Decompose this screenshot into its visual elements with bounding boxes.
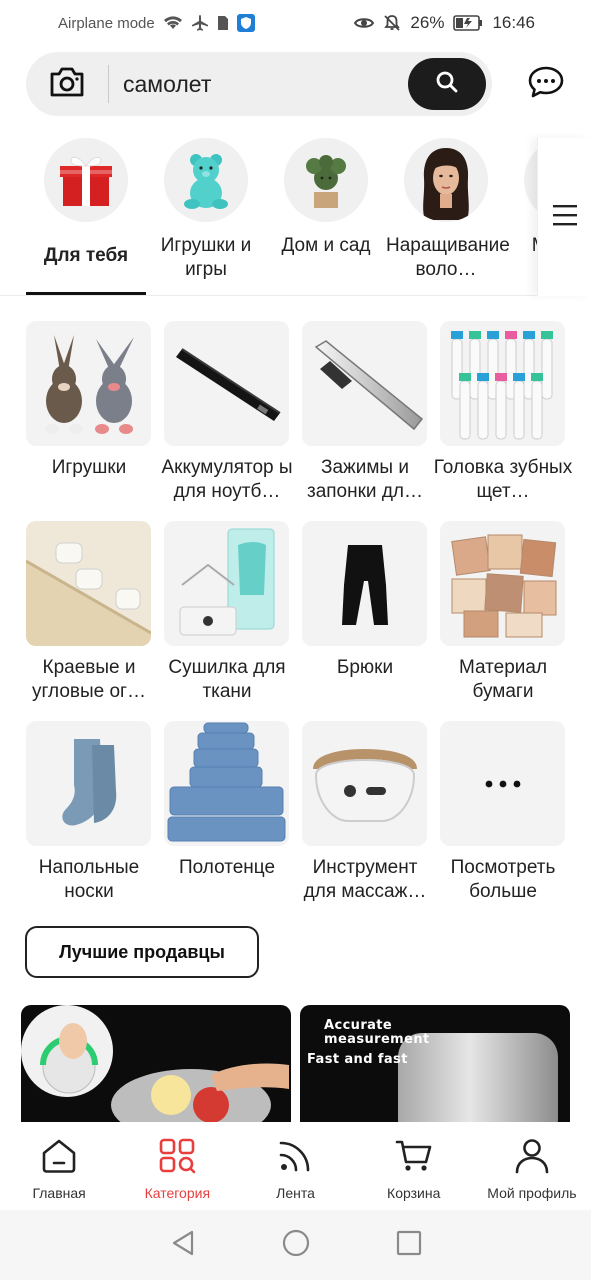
nav-category[interactable]: Категория xyxy=(118,1122,236,1210)
home-circle-icon[interactable] xyxy=(282,1229,310,1262)
mute-bell-icon xyxy=(383,14,401,32)
salad-spinner-image xyxy=(21,1005,289,1123)
search-icon xyxy=(435,70,459,99)
grid-item-fabric-dryer[interactable]: Сушилка для ткани xyxy=(164,521,290,704)
grid-item-massager[interactable]: Инструмент для массаж… xyxy=(302,721,428,904)
nav-cart[interactable]: Корзина xyxy=(355,1122,473,1210)
grid-item-label: Полотенце xyxy=(178,857,276,878)
grid-item-see-more[interactable]: Посмотреть больше xyxy=(440,721,566,904)
camera-search-button[interactable] xyxy=(26,52,108,116)
grid-item-label: Инструмент для массаж… xyxy=(303,857,427,902)
search-box xyxy=(26,52,492,116)
airplane-icon xyxy=(191,14,209,32)
nav-label: Категория xyxy=(144,1185,211,1201)
grid-item-label: Напольные носки xyxy=(38,857,140,902)
grid-item-floor-socks[interactable]: Напольные носки xyxy=(26,721,152,904)
profile-icon xyxy=(513,1138,551,1179)
grid-item-label: Игрушки xyxy=(51,457,127,478)
banner-salad-spinner[interactable] xyxy=(21,1005,291,1123)
tab-label: Игрушки и игры xyxy=(160,235,252,280)
tabs-divider xyxy=(0,295,591,296)
tab-label: Дом и сад xyxy=(281,235,371,256)
laptop-battery-image xyxy=(164,321,289,446)
grid-item-toothbrush-heads[interactable]: Головка зубных щет… xyxy=(434,321,572,504)
system-navigation-bar xyxy=(0,1210,591,1280)
corner-guards-image xyxy=(26,521,151,646)
tab-label: Для тебя xyxy=(43,245,129,266)
nav-label: Главная xyxy=(32,1185,86,1201)
airplane-mode-label: Airplane mode xyxy=(58,14,155,32)
toothbrush-heads-image xyxy=(440,321,565,446)
grid-item-label: Посмотреть больше xyxy=(450,857,556,902)
nav-feed[interactable]: Лента xyxy=(236,1122,354,1210)
battery-charging-icon xyxy=(453,15,483,31)
grid-item-toys[interactable]: Игрушки xyxy=(26,321,152,480)
banner-text-line1: Accurate measurement xyxy=(324,1018,430,1047)
more-dots-icon xyxy=(440,721,565,846)
best-sellers-button[interactable]: Лучшие продавцы xyxy=(25,926,259,978)
fabric-dryer-image xyxy=(164,521,289,646)
socks-image xyxy=(26,721,151,846)
bottom-navigation: Главная Категория Лента Корзина Мой проф… xyxy=(0,1122,591,1210)
recents-square-icon[interactable] xyxy=(396,1230,422,1261)
tab-home-and-garden[interactable]: Дом и сад xyxy=(266,138,386,258)
grid-item-paper-material[interactable]: Материал бумаги xyxy=(440,521,566,704)
grid-item-label: Головка зубных щет… xyxy=(433,457,573,502)
grid-item-label: Аккумулятор ы для ноутб… xyxy=(161,457,293,502)
nav-profile[interactable]: Мой профиль xyxy=(473,1122,591,1210)
grid-item-towels[interactable]: Полотенце xyxy=(164,721,290,880)
tab-for-you[interactable]: Для тебя xyxy=(26,138,146,268)
battery-percent: 26% xyxy=(410,13,445,32)
grid-item-tie-clips[interactable]: Зажимы и запонки дл… xyxy=(302,321,428,504)
grid-item-laptop-batteries[interactable]: Аккумулятор ы для ноутб… xyxy=(161,321,293,504)
sim-icon xyxy=(217,15,229,31)
clock: 16:46 xyxy=(492,13,535,32)
cart-icon xyxy=(395,1138,433,1179)
nav-label: Лента xyxy=(276,1185,315,1201)
all-categories-menu-button[interactable] xyxy=(537,138,591,296)
category-icon xyxy=(158,1138,196,1179)
tab-hair-extensions[interactable]: Наращивание воло… xyxy=(386,138,510,282)
grid-item-trousers[interactable]: Брюки xyxy=(302,521,428,680)
search-row xyxy=(26,52,566,116)
wifi-icon xyxy=(163,15,183,31)
grid-item-label: Брюки xyxy=(336,657,394,678)
grid-item-label: Материал бумаги xyxy=(458,657,548,702)
grid-item-label: Зажимы и запонки дл… xyxy=(306,457,423,502)
chat-button[interactable] xyxy=(526,64,566,104)
tab-toys-and-games[interactable]: Игрушки и игры xyxy=(146,138,266,282)
grid-item-label: Краевые и угловые ог… xyxy=(32,657,146,702)
tab-label: Наращивание воло… xyxy=(386,235,510,280)
banner-measurement[interactable]: Accurate measurement Fast and fast xyxy=(300,1005,570,1123)
nav-label: Мой профиль xyxy=(487,1185,577,1201)
grid-item-corner-guards[interactable]: Краевые и угловые ог… xyxy=(26,521,152,704)
hair-extension-icon xyxy=(404,138,488,222)
hamburger-menu-icon xyxy=(552,204,577,231)
eye-icon xyxy=(354,16,375,30)
feed-icon xyxy=(277,1138,315,1179)
donkey-toys-image xyxy=(26,321,151,446)
home-icon xyxy=(40,1138,78,1179)
category-tabs: Для тебя Игрушки и игры Дом и сад Наращи… xyxy=(0,138,591,296)
cactus-icon xyxy=(284,138,368,222)
gift-icon xyxy=(44,138,128,222)
chat-icon xyxy=(528,66,564,103)
status-bar: Airplane mode 26% 16:46 xyxy=(0,0,591,46)
camera-icon xyxy=(48,66,86,103)
neck-massager-image xyxy=(302,721,427,846)
nav-label: Корзина xyxy=(387,1185,441,1201)
teddy-bear-icon xyxy=(164,138,248,222)
scrapbook-paper-image xyxy=(440,521,565,646)
tie-clip-image xyxy=(302,321,427,446)
shield-app-icon xyxy=(236,14,255,32)
grid-item-label: Сушилка для ткани xyxy=(168,657,286,702)
back-icon[interactable] xyxy=(170,1229,196,1262)
trousers-image xyxy=(302,521,427,646)
towels-image xyxy=(164,721,289,846)
nav-home[interactable]: Главная xyxy=(0,1122,118,1210)
banner-text-line2: Fast and fast xyxy=(307,1052,408,1067)
search-button[interactable] xyxy=(408,58,486,110)
